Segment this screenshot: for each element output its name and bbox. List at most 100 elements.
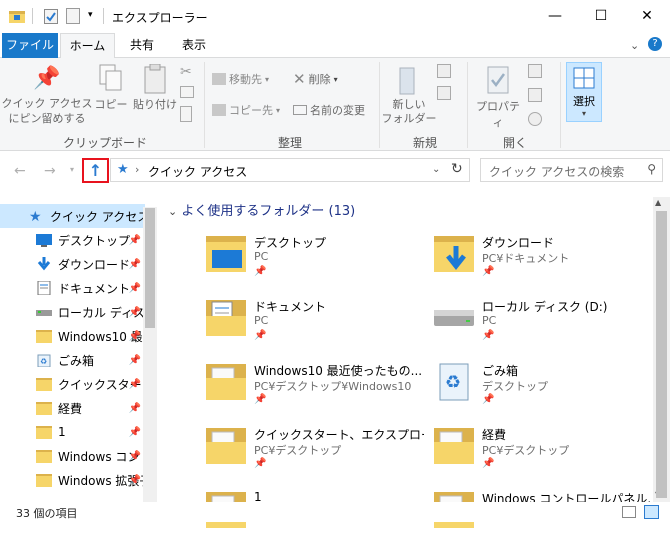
select-label: 選択 [573,95,595,108]
tab-view[interactable]: 表示 [168,33,220,58]
folder-icon [36,401,52,415]
tab-home[interactable]: ホーム [60,33,115,59]
easy-access-icon[interactable] [437,86,451,100]
folder-tile[interactable]: ローカル ディスク (D:) PC 📌 [432,296,652,360]
details-view-icon[interactable] [622,506,636,518]
pin-icon: 📌 [128,234,141,246]
folder-tile[interactable]: デスクトップ PC 📌 [204,232,424,296]
desktop-icon [36,233,52,247]
copy-button[interactable]: コピー [94,64,128,112]
properties-quick-icon[interactable] [44,9,58,24]
sidebar-item-pinned[interactable]: デスクトップ 📌 [0,228,145,252]
folder-tile[interactable]: Windows10 最近使ったもの... PC¥デスクトップ¥Windows10 📌 [204,360,424,424]
sidebar-item-pinned[interactable]: Windows コントロ📌 [0,444,145,468]
folder-tile[interactable]: 経費 PC¥デスクトップ 📌 [432,424,652,488]
folder-tile[interactable]: ダウンロード PC¥ドキュメント 📌 [432,232,652,296]
recent-locations-icon[interactable]: ▾ [70,165,74,174]
open-group-label: 開く [502,136,527,150]
maximize-button[interactable]: ☐ [578,0,624,32]
expand-ribbon-icon[interactable]: ⌄ [630,39,639,52]
item-count: 33 個の項目 [16,507,78,520]
folder-tile[interactable]: ♻ ごみ箱 デスクトップ 📌 [432,360,652,424]
history-icon[interactable] [528,112,542,126]
nav-scrollbar-thumb[interactable] [145,208,155,328]
new-folder-button[interactable]: 新しい フォルダー [381,66,437,126]
folder-icon [36,329,52,343]
sidebar-item-pinned[interactable]: Windows 拡張子 📌 [0,468,145,492]
tile-name: デスクトップ [254,236,327,250]
cut-icon[interactable]: ✂ [180,64,192,80]
delete-label: 削除 [308,73,331,86]
sidebar-item-pinned[interactable]: 1 📌 [0,420,145,444]
move-to-button[interactable]: 移動先 ▾ [212,71,269,87]
properties-label: プロパティ [476,100,520,129]
new-folder-quick-icon[interactable] [66,8,80,24]
paste-label: 貼り付け [133,98,177,111]
pin-icon: 📌 [33,66,61,91]
paste-shortcut-icon[interactable] [180,106,192,122]
delete-button[interactable]: ✕ 削除 ▾ [293,70,338,88]
tile-location: デスクトップ [482,380,548,393]
star-icon: ★ [117,162,129,177]
sidebar-item-pinned[interactable]: クイックスタート 📌 [0,372,145,396]
tile-name: ローカル ディスク (D:) [482,300,608,314]
sidebar-item-pinned[interactable]: 経費 📌 [0,396,145,420]
window-title: エクスプローラー [112,11,208,25]
sidebar-item-pinned[interactable]: ♻ ごみ箱 📌 [0,348,145,372]
organize-group-label: 整理 [277,136,302,150]
open-icon[interactable] [528,64,542,78]
sidebar-item-quick-access[interactable]: ★ クイック アクセス [0,204,145,228]
edit-icon[interactable] [528,88,542,102]
folder-tile[interactable]: クイックスタート、エクスプロー... PC¥デスクトップ📌 [204,424,424,488]
help-icon[interactable]: ? [648,37,662,51]
sidebar-item-pinned[interactable]: Windows10 最 📌 [0,324,145,348]
tile-name: 経費 [482,428,507,442]
breadcrumb[interactable]: クイック アクセス [148,163,247,180]
copy-path-icon[interactable] [180,86,194,98]
scroll-up-icon[interactable]: ▲ [655,198,661,207]
search-icon: ⚲ [647,162,656,176]
forward-arrow-icon[interactable]: → [44,163,56,179]
paste-icon [143,63,167,96]
copy-to-button[interactable]: コピー先 ▾ [212,102,280,118]
tab-share[interactable]: 共有 [118,33,166,58]
chevron-down-icon: ▾ [581,109,586,118]
pin-icon: 📌 [254,330,267,341]
sidebar-item-pinned[interactable]: ダウンロード 📌 [0,252,145,276]
search-input[interactable]: クイック アクセスの検索 ⚲ [480,158,663,182]
minimize-button[interactable]: — [532,0,578,32]
new-item-icon[interactable] [437,64,451,78]
pin-button-label: クイック アクセス にピン留めする [1,97,93,125]
title-bar: ▾ エクスプローラー — ☐ ✕ [0,0,670,33]
delete-icon: ✕ [293,70,306,88]
tile-location: PC¥デスクトップ¥Windows10 [254,380,412,393]
pin-to-quick-access-button[interactable]: 📌 クイック アクセス にピン留めする [2,66,93,126]
up-button[interactable]: ↑ [82,158,109,183]
copy-label: コピー [94,98,128,111]
folder-tile[interactable]: ドキュメント PC 📌 [204,296,424,360]
address-bar[interactable]: ★ › クイック アクセス ⌄ ↻ [110,158,470,182]
properties-button[interactable]: プロパティ [472,66,524,130]
select-button[interactable]: 選択 ▾ [566,62,602,122]
tab-file[interactable]: ファイル [2,33,58,58]
large-icons-view-icon[interactable] [644,505,659,519]
content-scrollbar-thumb[interactable] [656,211,667,498]
paste-button[interactable]: 貼り付け [132,63,178,112]
divider [204,62,205,148]
rename-button[interactable]: 名前の変更 [293,102,365,118]
refresh-icon[interactable]: ↻ [451,161,463,177]
pin-icon: 📌 [128,330,141,342]
close-button[interactable]: ✕ [624,0,670,32]
tile-name: Windows10 最近使ったもの... [254,364,423,378]
tile-location: PC¥ドキュメント [482,252,570,265]
sidebar-item-pinned[interactable]: ドキュメント 📌 [0,276,145,300]
address-dropdown-icon[interactable]: ⌄ [432,164,440,175]
search-placeholder: クイック アクセスの検索 [489,165,625,179]
tile-name: ごみ箱 [482,364,519,378]
new-folder-label: 新しい フォルダー [381,98,437,125]
group-header[interactable]: ⌄ よく使用するフォルダー (13) [168,200,355,219]
sidebar-item-pinned[interactable]: ローカル ディスク📌 [0,300,145,324]
back-arrow-icon[interactable]: ← [14,163,26,179]
customize-qat-icon[interactable]: ▾ [88,10,93,20]
ribbon-tab-bar: ファイル ホーム 共有 表示 ⌄ ? [0,33,670,59]
